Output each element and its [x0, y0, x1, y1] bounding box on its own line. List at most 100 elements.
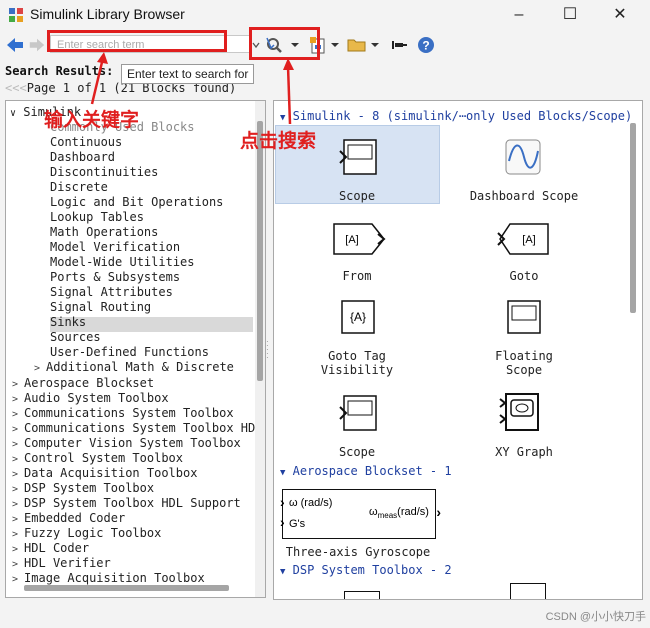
- tree-item[interactable]: Signal Routing: [50, 300, 151, 315]
- chevron-right-icon[interactable]: >: [12, 484, 24, 495]
- chevron-right-icon[interactable]: >: [12, 514, 24, 525]
- tree-item[interactable]: > Communications System Toolbox: [12, 406, 234, 421]
- chevron-down-icon[interactable]: ∨: [10, 108, 16, 119]
- chevron-right-icon[interactable]: >: [12, 544, 24, 555]
- block-label: From: [342, 269, 372, 283]
- new-model-chevron-icon[interactable]: [330, 36, 340, 54]
- scope-block-icon[interactable]: [338, 393, 378, 433]
- tree-item[interactable]: Math Operations: [50, 225, 158, 240]
- tree-item[interactable]: > Image Acquisition Toolbox: [12, 571, 205, 586]
- chevron-right-icon[interactable]: >: [12, 469, 24, 480]
- block-label: Goto: [509, 269, 539, 283]
- close-button[interactable]: ✕: [608, 4, 632, 26]
- window-title: Simulink Library Browser: [30, 6, 185, 22]
- tree-item[interactable]: > Audio System Toolbox: [12, 391, 169, 406]
- tree-item[interactable]: Continuous: [50, 135, 122, 150]
- chevron-right-icon[interactable]: >: [12, 529, 24, 540]
- forward-arrow-icon[interactable]: [28, 36, 46, 54]
- section-header-aerospace[interactable]: ▼ Aerospace Blockset - 1: [280, 464, 452, 478]
- block-label: Dashboard Scope: [469, 189, 579, 203]
- tree-item[interactable]: Signal Attributes: [50, 285, 173, 300]
- tree-item[interactable]: > Control System Toolbox: [12, 451, 183, 466]
- goto-tag: [A]: [522, 234, 535, 246]
- open-folder-icon[interactable]: [346, 36, 368, 54]
- chevron-right-icon[interactable]: >: [12, 439, 24, 450]
- tree-item[interactable]: Dashboard: [50, 150, 115, 165]
- block-label: Scope: [338, 189, 376, 203]
- block-label: XY Graph: [495, 445, 553, 459]
- prev-page-icon[interactable]: <<<: [5, 81, 27, 95]
- chevron-right-icon[interactable]: >: [34, 363, 46, 374]
- tree-item[interactable]: > Data Acquisition Toolbox: [12, 466, 197, 481]
- chevron-right-icon[interactable]: >: [12, 499, 24, 510]
- output-port-icon: ›: [436, 504, 441, 520]
- chevron-right-icon[interactable]: >: [12, 454, 24, 465]
- dashboard-scope-block-icon[interactable]: [504, 137, 544, 177]
- gyro-output-label: ωmeas(rad/s): [369, 506, 429, 521]
- tree-item[interactable]: Sinks: [50, 315, 86, 330]
- pane-splitter[interactable]: · · · · ·: [266, 338, 271, 362]
- gyro-input-gs: G's: [289, 518, 306, 530]
- input-port-icon: ›: [280, 494, 285, 510]
- tree-item[interactable]: Sources: [50, 330, 101, 345]
- chevron-right-icon[interactable]: >: [12, 574, 24, 585]
- tree-item[interactable]: Discontinuities: [50, 165, 158, 180]
- tree-item[interactable]: Lookup Tables: [50, 210, 144, 225]
- block-label: Scope: [338, 445, 376, 459]
- library-browser-icon: [9, 8, 23, 22]
- tree-item[interactable]: > Additional Math & Discrete: [34, 360, 234, 375]
- goto-tag-visibility-block-icon[interactable]: {A}: [340, 299, 376, 335]
- goto-block-icon[interactable]: [A]: [496, 221, 552, 257]
- minimize-button[interactable]: –: [507, 4, 531, 26]
- tree-item[interactable]: > DSP System Toolbox: [12, 481, 154, 496]
- partial-block-icon[interactable]: [344, 591, 380, 599]
- tree-item[interactable]: > Aerospace Blockset: [12, 376, 154, 391]
- section-header-simulink[interactable]: ▼ Simulink - 8 (simulink/⋯only Used Bloc…: [280, 109, 632, 123]
- library-tree: ∨ Simulink Commonly Used Blocks Continuo…: [5, 100, 266, 598]
- chevron-right-icon[interactable]: >: [12, 394, 24, 405]
- search-tooltip: Enter text to search for: [121, 64, 255, 84]
- tree-item[interactable]: Ports & Subsystems: [50, 270, 180, 285]
- chevron-right-icon[interactable]: >: [12, 559, 24, 570]
- chevron-right-icon[interactable]: >: [12, 424, 24, 435]
- chevron-right-icon[interactable]: >: [12, 379, 24, 390]
- tree-horizontal-scroll-thumb[interactable]: [24, 585, 229, 591]
- block-label: Floating Scope: [495, 349, 553, 377]
- tree-item[interactable]: > Computer Vision System Toolbox: [12, 436, 241, 451]
- pin-icon[interactable]: [390, 36, 408, 54]
- tree-item[interactable]: > Fuzzy Logic Toolbox: [12, 526, 161, 541]
- title-bar: Simulink Library Browser – ☐ ✕: [0, 0, 650, 30]
- from-block-icon[interactable]: [A]: [332, 221, 388, 257]
- input-port-icon: ›: [280, 514, 285, 530]
- floating-scope-block-icon[interactable]: [506, 299, 542, 335]
- tree-item[interactable]: > Communications System Toolbox HDL: [12, 421, 262, 436]
- partial-block-icon[interactable]: [510, 583, 546, 599]
- block-results-pane: ▼ Simulink - 8 (simulink/⋯only Used Bloc…: [273, 100, 643, 600]
- tree-vertical-scroll-thumb[interactable]: [257, 121, 263, 381]
- tree-item[interactable]: User-Defined Functions: [50, 345, 209, 360]
- tree-item[interactable]: > DSP System Toolbox HDL Support: [12, 496, 241, 511]
- tree-item[interactable]: Logic and Bit Operations: [50, 195, 223, 210]
- maximize-button[interactable]: ☐: [558, 4, 582, 26]
- scope-block-icon[interactable]: [338, 137, 378, 177]
- help-icon[interactable]: ?: [416, 36, 436, 54]
- tree-item[interactable]: Model-Wide Utilities: [50, 255, 195, 270]
- tree-item[interactable]: > HDL Verifier: [12, 556, 111, 571]
- tree-item[interactable]: > Embedded Coder: [12, 511, 125, 526]
- open-chevron-icon[interactable]: [370, 36, 380, 54]
- section-header-dsp[interactable]: ▼ DSP System Toolbox - 2: [280, 563, 452, 577]
- chevron-right-icon[interactable]: >: [12, 409, 24, 420]
- goto-tag-visibility-tag: {A}: [350, 310, 366, 324]
- annotation-enter-keyword: 输入关键字: [44, 109, 140, 131]
- search-button-highlight: [249, 27, 320, 60]
- svg-text:?: ?: [422, 39, 429, 53]
- back-arrow-icon[interactable]: [5, 36, 25, 54]
- blocks-vertical-scroll-thumb[interactable]: [630, 123, 636, 313]
- tree-item[interactable]: > HDL Coder: [12, 541, 89, 556]
- xy-graph-block-icon[interactable]: [498, 391, 544, 433]
- watermark: CSDN @小小快刀手: [545, 611, 646, 623]
- block-label: Three-axis Gyroscope: [285, 545, 431, 559]
- three-axis-gyroscope-block-icon[interactable]: › › ω (rad/s) G's ωmeas(rad/s) ›: [280, 489, 441, 539]
- tree-item[interactable]: Model Verification: [50, 240, 180, 255]
- tree-item[interactable]: Discrete: [50, 180, 108, 195]
